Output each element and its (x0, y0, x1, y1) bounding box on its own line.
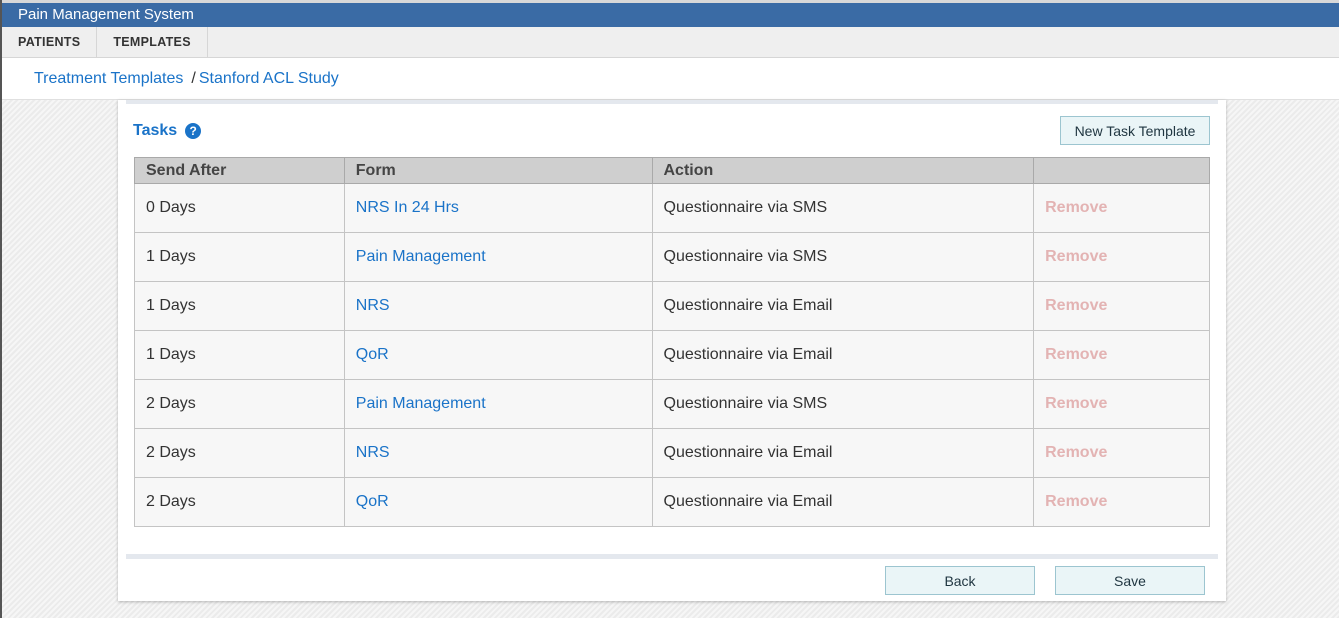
remove-button[interactable]: Remove (1045, 493, 1107, 510)
breadcrumb-link-treatment-templates[interactable]: Treatment Templates (34, 70, 183, 87)
save-button[interactable]: Save (1055, 566, 1205, 595)
cell-remove: Remove (1033, 379, 1210, 429)
column-header-send-after: Send After (134, 157, 345, 184)
cell-send-after: 1 Days (134, 232, 345, 282)
table-row: 0 Days NRS In 24 Hrs Questionnaire via S… (134, 183, 1210, 233)
remove-button[interactable]: Remove (1045, 395, 1107, 412)
remove-button[interactable]: Remove (1045, 199, 1107, 216)
tasks-table: Send After Form Action 0 Days NRS In 24 … (134, 157, 1210, 527)
cell-form: QoR (343, 330, 653, 380)
cell-remove: Remove (1033, 428, 1210, 478)
tasks-heading: Tasks ? (133, 122, 202, 140)
form-link[interactable]: QoR (356, 493, 389, 510)
table-row: 2 Days QoR Questionnaire via Email Remov… (134, 477, 1210, 527)
panel-divider-bottom (126, 554, 1218, 559)
cell-action: Questionnaire via Email (651, 428, 1035, 478)
column-header-action: Action (651, 157, 1035, 184)
nav-item-patients[interactable]: PATIENTS (2, 27, 98, 57)
cell-remove: Remove (1033, 477, 1210, 527)
form-link[interactable]: Pain Management (356, 248, 486, 265)
table-row: 1 Days QoR Questionnaire via Email Remov… (134, 330, 1210, 380)
table-row: 1 Days Pain Management Questionnaire via… (134, 232, 1210, 282)
breadcrumb-separator: / (191, 70, 196, 87)
remove-button[interactable]: Remove (1045, 444, 1107, 461)
form-link[interactable]: Pain Management (356, 395, 486, 412)
cell-action: Questionnaire via Email (651, 477, 1035, 527)
breadcrumb: Treatment Templates / Stanford ACL Study (2, 58, 1339, 100)
cell-form: NRS In 24 Hrs (343, 183, 653, 233)
help-icon[interactable]: ? (185, 123, 202, 139)
cell-form: Pain Management (343, 232, 653, 282)
cell-send-after: 1 Days (134, 281, 345, 331)
main-nav: PATIENTS TEMPLATES (2, 27, 1339, 58)
cell-form: NRS (343, 428, 653, 478)
app-title: Pain Management System (18, 6, 194, 23)
new-task-template-button[interactable]: New Task Template (1060, 116, 1210, 145)
cell-send-after: 2 Days (134, 477, 345, 527)
cell-send-after: 2 Days (134, 428, 345, 478)
table-row: 2 Days NRS Questionnaire via Email Remov… (134, 428, 1210, 478)
cell-send-after: 2 Days (134, 379, 345, 429)
table-header-row: Send After Form Action (134, 157, 1210, 184)
tasks-title: Tasks (133, 122, 178, 139)
remove-button[interactable]: Remove (1045, 297, 1107, 314)
form-link[interactable]: NRS (356, 444, 390, 461)
table-row: 1 Days NRS Questionnaire via Email Remov… (134, 281, 1210, 331)
form-link[interactable]: NRS In 24 Hrs (356, 199, 459, 216)
back-button[interactable]: Back (885, 566, 1035, 595)
remove-button[interactable]: Remove (1045, 248, 1107, 265)
cell-form: QoR (343, 477, 653, 527)
cell-action: Questionnaire via SMS (651, 379, 1035, 429)
cell-remove: Remove (1033, 281, 1210, 331)
remove-button[interactable]: Remove (1045, 346, 1107, 363)
cell-send-after: 1 Days (134, 330, 345, 380)
cell-send-after: 0 Days (134, 183, 345, 233)
cell-remove: Remove (1033, 330, 1210, 380)
form-link[interactable]: QoR (356, 346, 389, 363)
column-header-form: Form (343, 157, 653, 184)
app-title-bar: Pain Management System (2, 3, 1339, 27)
panel-divider-top (126, 100, 1218, 104)
cell-remove: Remove (1033, 232, 1210, 282)
cell-form: NRS (343, 281, 653, 331)
tasks-panel: Tasks ? New Task Template Send After For… (118, 100, 1226, 601)
nav-item-templates[interactable]: TEMPLATES (97, 27, 208, 57)
column-header-remove (1033, 157, 1210, 184)
breadcrumb-link-current[interactable]: Stanford ACL Study (199, 70, 339, 87)
cell-action: Questionnaire via SMS (651, 232, 1035, 282)
cell-form: Pain Management (343, 379, 653, 429)
cell-remove: Remove (1033, 183, 1210, 233)
form-link[interactable]: NRS (356, 297, 390, 314)
cell-action: Questionnaire via SMS (651, 183, 1035, 233)
cell-action: Questionnaire via Email (651, 330, 1035, 380)
table-row: 2 Days Pain Management Questionnaire via… (134, 379, 1210, 429)
cell-action: Questionnaire via Email (651, 281, 1035, 331)
